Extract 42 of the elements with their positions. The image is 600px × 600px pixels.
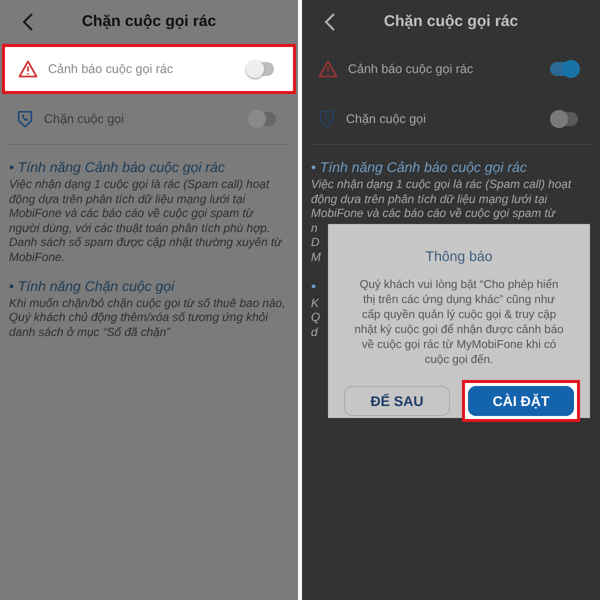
description-line: MobiFone và các báo cáo về cuộc gọi spam từ: [9, 206, 254, 221]
description-line: Quý khách chủ động thêm/xóa số tương ứng khỏi: [9, 310, 268, 325]
setting-label: Cảnh báo cuộc gọi rác: [48, 62, 174, 76]
warning-icon: [18, 60, 38, 78]
screen-title: Chặn cuộc gọi rác: [384, 13, 518, 31]
description-line: n: [311, 220, 318, 236]
description-line: động dựa trên phân tích dữ liệu mạng lưới tại: [9, 192, 246, 206]
back-icon[interactable]: [324, 12, 336, 32]
description-line: danh sách ở mục “Số đã chặn”: [9, 324, 170, 340]
setting-label: Cảnh báo cuộc gọi rác: [348, 62, 474, 76]
dialog-title: Thông báo: [426, 248, 492, 264]
toggle-switch[interactable]: [246, 62, 274, 76]
back-icon[interactable]: [22, 12, 34, 32]
screen-title: Chặn cuộc gọi rác: [82, 13, 216, 31]
confirm-button[interactable]: CÀI ĐẶT: [468, 386, 574, 416]
section-heading: • Tính năng Chặn cuộc gọi: [9, 278, 174, 294]
section-heading: • Tính năng Cảnh báo cuộc gọi rác: [311, 159, 527, 175]
description-line: người dùng, với các thuật toán phân tích phù hợp.: [9, 220, 270, 236]
section-heading: • Tính năng Cảnh báo cuộc gọi rác: [9, 159, 225, 175]
description-line: động dựa trên phân tích dữ liệu mạng lưới tại: [311, 192, 548, 206]
description-line: Việc nhận dạng 1 cuộc gọi là rác (Spam call) hoạt: [9, 177, 270, 192]
later-button[interactable]: ĐỂ SAU: [344, 386, 450, 416]
description-line: K: [311, 296, 319, 310]
description-line: MobiFone và các báo cáo về cuộc gọi spam từ: [311, 206, 556, 221]
description-line: D: [311, 235, 320, 250]
setting-label: Chặn cuộc gọi: [346, 112, 427, 126]
description-line: M: [311, 250, 321, 265]
setting-label: Chặn cuộc gọi: [44, 112, 125, 126]
description-line: Q: [311, 310, 320, 325]
toggle-switch[interactable]: [248, 112, 276, 126]
section-heading: •: [311, 278, 316, 294]
toggle-switch[interactable]: [550, 112, 578, 126]
description-line: Việc nhận dạng 1 cuộc gọi là rác (Spam call) hoạt: [311, 177, 572, 192]
description-line: Danh sách số spam được cập nhật thường xuyên từ: [9, 235, 282, 250]
description-line: MobiFone.: [9, 250, 65, 265]
toggle-switch[interactable]: [550, 62, 578, 76]
dialog-message: Quý khách vui lòng bật “Cho phép hiển thị trên các ứng dụng khác” cũng như cấp quyền quản lý cuộc gọi & truy cập nhật ký cuộc gọi để nhận được cảnh báo về cuộc gọi rác từ MyMobiFone khi có cuộc gọi đến.: [354, 278, 564, 368]
shield-phone-icon: [318, 110, 336, 128]
warning-icon: [318, 60, 338, 78]
description-line: Khi muốn chặn/bỏ chặn cuộc gọi từ số thuê bao nào,: [9, 296, 286, 310]
description-line: d: [311, 324, 318, 340]
shield-phone-icon: [16, 110, 34, 128]
